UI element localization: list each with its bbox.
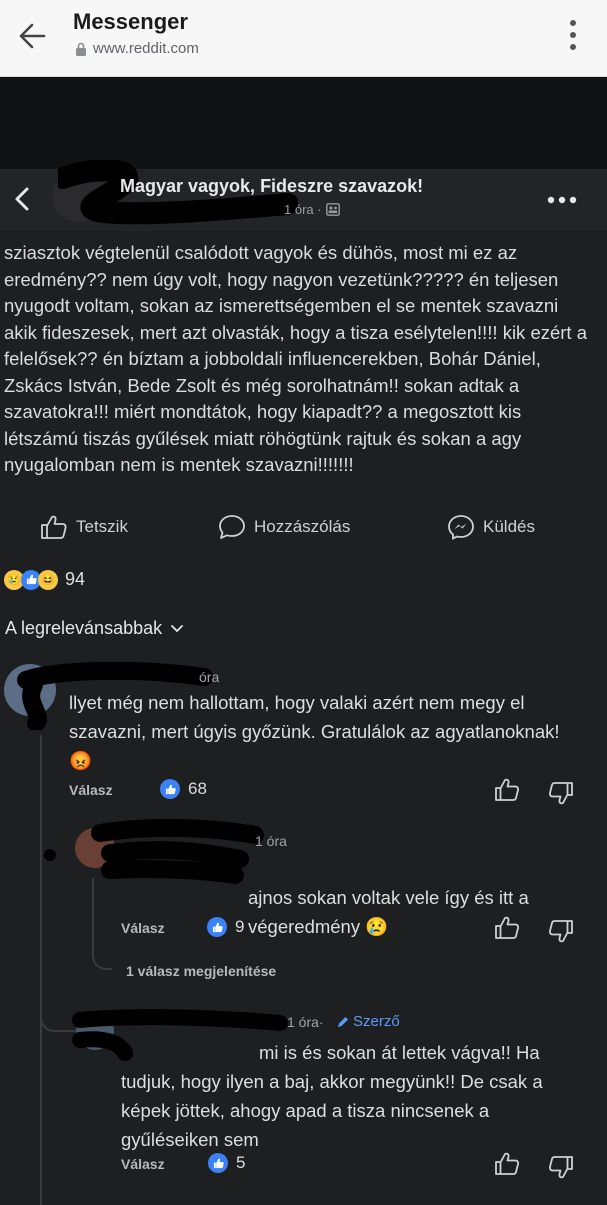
send-button[interactable]: Küldés (447, 514, 535, 540)
group-privacy-icon (325, 203, 340, 216)
author-reply-text: mi is és sokan át lettek vágva!! Ha tudj… (121, 1042, 543, 1150)
reply-like-count: 9 (207, 917, 244, 937)
back-arrow-icon[interactable] (14, 16, 54, 56)
reply-dislike-icon[interactable] (548, 918, 574, 944)
browser-toolbar: Messenger www.reddit.com (0, 0, 607, 77)
send-label: Küldés (483, 517, 535, 536)
post-body: sziasztok végtelenül csalódott vagyok és… (4, 242, 588, 475)
like-badge-icon (208, 1153, 228, 1173)
post-more-icon[interactable] (547, 196, 577, 204)
comment-sort-dropdown[interactable]: A legrelevánsabbak (5, 618, 184, 639)
messenger-icon (448, 515, 474, 540)
reaction-summary[interactable]: 😢 😆 94 (4, 569, 85, 590)
like-label: Tetszik (76, 517, 128, 536)
url-text: www.reddit.com (93, 40, 199, 57)
reply-button[interactable]: Válasz (121, 1156, 165, 1172)
comment-text: llyet még nem hallottam, hogy valaki azé… (69, 692, 560, 771)
author-badge: Szerző (336, 1013, 400, 1030)
more-options-icon[interactable] (567, 18, 579, 52)
url-bar[interactable]: www.reddit.com (75, 40, 199, 57)
pencil-icon (338, 1016, 348, 1027)
lock-icon (76, 42, 86, 56)
comment-like-icon[interactable] (494, 777, 520, 803)
reply-text-content: ajnos sokan voltak vele így és itt a vég… (248, 887, 529, 937)
reply-text: ajnos sokan voltak vele így és itt a vég… (248, 854, 578, 970)
comment-dislike-icon[interactable] (548, 780, 574, 806)
page-title: Messenger (73, 9, 188, 34)
comment-bubble-icon (219, 515, 245, 539)
post-time: 1 óra · (284, 202, 322, 217)
like-count: 9 (235, 917, 245, 936)
post-actions: Tetszik Hozzászólás Küldés (0, 510, 607, 546)
author-badge-label: Szerző (353, 1013, 400, 1030)
comment-button[interactable]: Hozzászólás (218, 514, 350, 540)
sort-label: A legrelevánsabbak (5, 618, 163, 638)
reply-button[interactable]: Válasz (69, 782, 113, 798)
redaction-scribble (44, 818, 264, 884)
like-count: 68 (188, 779, 207, 798)
haha-reaction-icon: 😆 (38, 569, 58, 590)
like-button[interactable]: Tetszik (40, 514, 128, 540)
like-count: 5 (236, 1153, 246, 1172)
chevron-left-icon[interactable] (8, 183, 36, 215)
like-badge-icon (160, 779, 180, 799)
show-more-replies[interactable]: 1 válasz megjelenítése (126, 963, 276, 979)
comment-time: óra (199, 669, 220, 685)
post-meta: 1 óra · (284, 202, 340, 217)
group-name[interactable]: Magyar vagyok, Fideszre szavazok! (120, 176, 423, 197)
like-badge-icon (207, 917, 227, 937)
author-reply-like-count: 5 (208, 1153, 245, 1173)
reply-time: 1 óra (255, 833, 287, 849)
thumbs-up-icon (41, 515, 67, 539)
dark-banner (0, 77, 607, 169)
comment-label: Hozzászólás (254, 517, 351, 536)
reply-like-icon[interactable] (494, 915, 520, 941)
comment-like-count: 68 (160, 779, 207, 799)
chevron-down-icon (171, 624, 184, 632)
thread-connector (92, 878, 112, 970)
author-reply-dislike-icon[interactable] (548, 1154, 574, 1180)
reply-button[interactable]: Válasz (121, 920, 165, 936)
reaction-count: 94 (65, 569, 86, 589)
author-reply-time: 1 óra· (287, 1014, 324, 1030)
author-reply-like-icon[interactable] (494, 1151, 520, 1177)
